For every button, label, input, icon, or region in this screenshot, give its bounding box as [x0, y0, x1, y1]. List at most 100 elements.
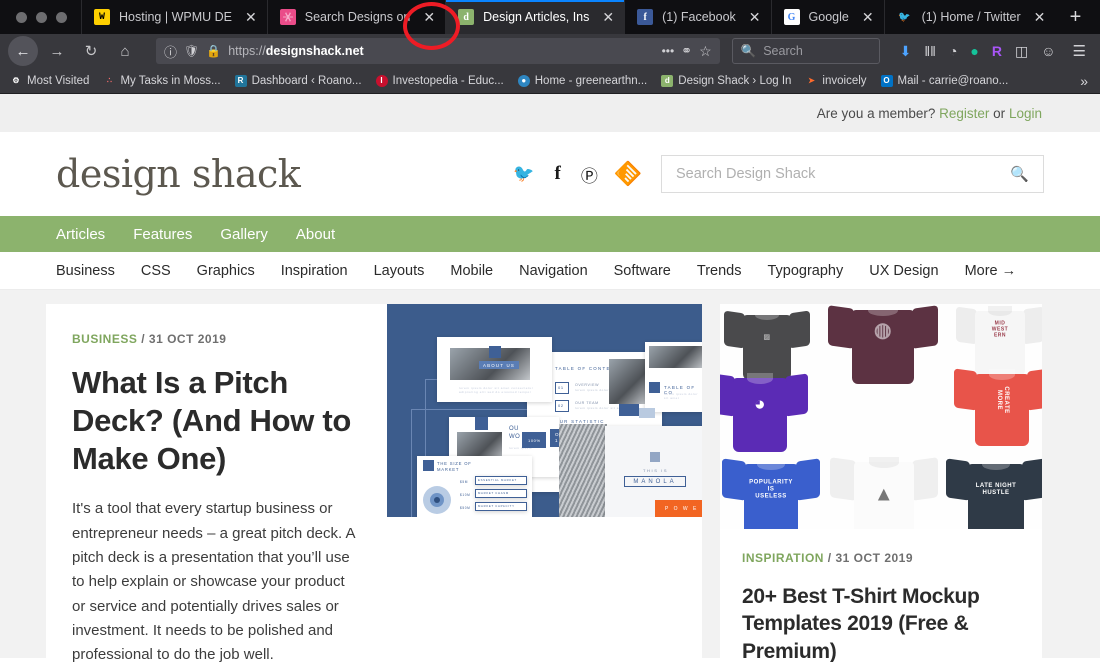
new-tab-button[interactable]: + — [1055, 0, 1095, 34]
featured-article-title[interactable]: What Is a Pitch Deck? (And How to Make O… — [72, 364, 361, 477]
page-info-icon[interactable]: ⓘ — [164, 42, 177, 61]
featured-article-card[interactable]: BUSINESS / 31 OCT 2019 What Is a Pitch D… — [46, 304, 702, 662]
close-window-button[interactable] — [16, 11, 27, 23]
create-more-tee: CREATE MORE — [954, 362, 1042, 446]
nav-item-features[interactable]: Features — [133, 226, 192, 243]
pitch-deck-slides-mockup[interactable]: TABLE OF CONTENT 01 OVERVIEW lorem ipsum… — [387, 304, 702, 517]
reload-button[interactable]: ↻ — [76, 36, 106, 66]
member-prompt: Are you a member? — [816, 105, 936, 121]
side-article-card[interactable]: ▨ ◍ MID WEST ERN ◕ CREATE MORE POPULARIT… — [720, 304, 1042, 662]
evernote-icon[interactable]: ◔ — [949, 44, 957, 58]
side-article-title[interactable]: 20+ Best T-Shirt Mockup Templates 2019 (… — [742, 583, 1020, 662]
subnav-item-trends[interactable]: Trends — [697, 263, 742, 279]
rakuten-icon[interactable]: R — [992, 44, 1002, 58]
menu-icon[interactable]: ☰ — [1073, 44, 1086, 59]
search-icon[interactable]: 🔍 — [1010, 165, 1029, 183]
window-controls[interactable] — [0, 0, 81, 34]
browser-tab-twitter[interactable]: 🐦 (1) Home / Twitter ✕ — [883, 0, 1056, 34]
tab-title: Hosting | WPMU DE — [119, 10, 232, 24]
tab-title: Google — [808, 10, 849, 24]
account-icon[interactable]: ☺ — [1041, 44, 1055, 58]
asana-icon: ∴ — [106, 76, 112, 85]
subnav-item-inspiration[interactable]: Inspiration — [281, 263, 348, 279]
nav-item-about[interactable]: About — [296, 226, 335, 243]
bookmark-greenearth[interactable]: ● Home - greenearthn... — [517, 74, 648, 87]
toolbar-extensions: ⬇ ‖‖ ◔ ● R ◫ ☺ ☰ — [884, 44, 1092, 59]
bookmark-design-shack-login[interactable]: d Design Shack › Log In — [661, 74, 791, 87]
home-button[interactable]: ⌂ — [110, 36, 140, 66]
subnav-item-navigation[interactable]: Navigation — [519, 263, 588, 279]
browser-search-bar[interactable]: 🔍 Search — [731, 38, 880, 64]
site-search-input[interactable] — [676, 166, 1003, 182]
featured-article-text: BUSINESS / 31 OCT 2019 What Is a Pitch D… — [46, 304, 387, 662]
design-shack-icon: d — [458, 9, 475, 25]
tracking-protection-icon[interactable]: 🛡 — [184, 44, 199, 58]
invoicely-icon: ➤ — [808, 76, 815, 85]
subnav-item-software[interactable]: Software — [614, 263, 671, 279]
browser-tab-facebook[interactable]: f (1) Facebook ✕ — [624, 0, 770, 34]
back-button[interactable]: ← — [8, 36, 38, 66]
nav-item-gallery[interactable]: Gallery — [220, 226, 268, 243]
member-bar: Are you a member? Register or Login — [0, 94, 1100, 132]
maximize-window-button[interactable] — [56, 11, 67, 23]
library-icon[interactable]: ‖‖ — [924, 44, 936, 58]
browser-tab-wpmu[interactable]: W Hosting | WPMU DE ✕ — [81, 0, 267, 34]
close-tab-button[interactable]: ✕ — [1034, 10, 1046, 24]
close-tab-button[interactable]: ✕ — [602, 10, 614, 24]
wordpress-icon: R — [234, 74, 247, 87]
category-label[interactable]: INSPIRATION — [742, 551, 824, 565]
page-actions-icon[interactable]: ••• — [662, 44, 675, 58]
category-label[interactable]: BUSINESS — [72, 332, 137, 346]
bookmark-invoicely[interactable]: ➤ invoicely — [805, 75, 866, 87]
bookmark-dashboard[interactable]: R Dashboard ‹ Roano... — [234, 74, 362, 87]
subnav-item-mobile[interactable]: Mobile — [450, 263, 493, 279]
forward-button[interactable]: → — [42, 36, 72, 66]
browser-tab-google[interactable]: G Google ✕ — [770, 0, 884, 34]
outlook-icon: O — [880, 74, 893, 87]
subnav-item-more[interactable]: More → — [965, 263, 1017, 279]
subnav-item-typography[interactable]: Typography — [767, 263, 843, 279]
subnav-item-business[interactable]: Business — [56, 263, 115, 279]
browser-tab-dribbble[interactable]: Search Designs on ✕ — [266, 0, 445, 34]
bookmark-investopedia[interactable]: I Investopedia - Educ... — [375, 74, 504, 87]
nav-item-articles[interactable]: Articles — [56, 226, 105, 243]
site-search-box[interactable]: 🔍 — [661, 155, 1044, 193]
close-tab-button[interactable]: ✕ — [423, 10, 435, 24]
subnav-item-css[interactable]: CSS — [141, 263, 171, 279]
bookmark-most-visited[interactable]: ⚙ Most Visited — [10, 75, 89, 87]
popularity-is-useless-tee: POPULARITY IS USELESS — [722, 452, 820, 529]
bookmark-label: Home - greenearthn... — [534, 74, 648, 87]
subnav-item-graphics[interactable]: Graphics — [197, 263, 255, 279]
facebook-icon[interactable]: f — [555, 163, 561, 185]
pinterest-icon[interactable]: Ⓟ — [581, 162, 598, 187]
login-link[interactable]: Login — [1009, 106, 1042, 121]
pocket-icon[interactable]: ⚭ — [681, 43, 692, 59]
featured-article-paragraph-1: It's a tool that every startup business … — [72, 500, 355, 662]
bookmark-mail[interactable]: O Mail - carrie@roano... — [880, 74, 1008, 87]
minimize-window-button[interactable] — [36, 11, 47, 23]
bookmark-my-tasks[interactable]: ∴ My Tasks in Moss... — [103, 75, 221, 87]
browser-tab-design-shack[interactable]: d Design Articles, Ins ✕ — [445, 0, 625, 34]
grammarly-icon[interactable]: ● — [970, 44, 978, 58]
twitter-icon[interactable]: 🐦 — [513, 164, 534, 184]
rss-icon[interactable]: 📶 — [614, 159, 643, 188]
subnav-item-layouts[interactable]: Layouts — [374, 263, 425, 279]
close-tab-button[interactable]: ✕ — [245, 10, 257, 24]
subnav-item-ux-design[interactable]: UX Design — [869, 263, 938, 279]
navigation-toolbar: ← → ↻ ⌂ ⓘ 🛡 🔒 https://designshack.net ••… — [0, 34, 1100, 68]
site-logo[interactable]: design shack — [56, 152, 301, 196]
bookmarks-overflow-button[interactable]: » — [1080, 73, 1090, 89]
close-tab-button[interactable]: ✕ — [862, 10, 874, 24]
sidebar-icon[interactable]: ◫ — [1015, 44, 1028, 58]
or-label: or — [993, 105, 1006, 121]
bookmark-star-icon[interactable]: ☆ — [699, 43, 712, 60]
register-link[interactable]: Register — [939, 106, 989, 121]
side-article-meta: INSPIRATION / 31 OCT 2019 — [742, 551, 1020, 565]
downloads-icon[interactable]: ⬇ — [900, 44, 912, 58]
secondary-navigation: Business CSS Graphics Inspiration Layout… — [0, 252, 1100, 290]
address-bar[interactable]: ⓘ 🛡 🔒 https://designshack.net ••• ⚭ ☆ — [156, 38, 720, 64]
bookmark-label: Dashboard ‹ Roano... — [251, 74, 362, 87]
date-label: 31 OCT 2019 — [148, 332, 227, 346]
tshirt-mockup-grid[interactable]: ▨ ◍ MID WEST ERN ◕ CREATE MORE POPULARIT… — [720, 304, 1042, 529]
close-tab-button[interactable]: ✕ — [749, 10, 761, 24]
